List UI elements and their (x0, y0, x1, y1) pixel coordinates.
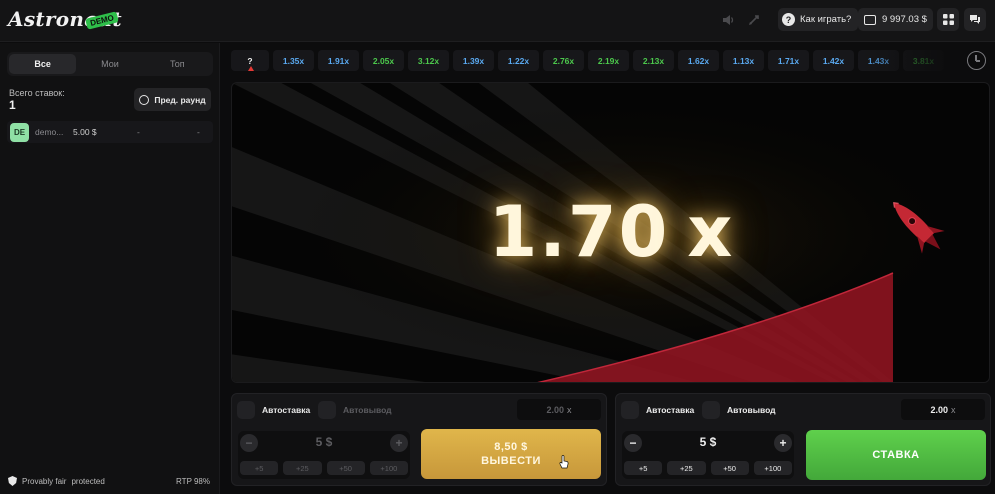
quick-stake-chips: +5 +25 +50 +100 (240, 461, 408, 475)
rtp-label: RTP 98% (176, 477, 210, 486)
animation-icon[interactable] (743, 9, 765, 31)
place-bet-button[interactable]: СТАВКА (806, 430, 986, 480)
history-item[interactable]: 2.13x (633, 50, 674, 71)
balance-value: 9 997.03 $ (882, 14, 927, 25)
autobet-label: Автоставка (262, 405, 311, 415)
history-item[interactable]: 3.81x (903, 50, 944, 71)
quick-stake-25[interactable]: +25 (667, 461, 706, 475)
history-item[interactable]: 1.39x (453, 50, 494, 71)
provably-fair-status: protected (71, 476, 105, 486)
decrease-stake-button[interactable]: − (624, 434, 642, 452)
stake-amount[interactable]: 5 $ (268, 435, 380, 449)
auto-coef-value: 2.00 (546, 404, 565, 415)
wallet-icon (864, 14, 876, 25)
history-item[interactable]: 1.42x (813, 50, 854, 71)
history-item[interactable]: 2.19x (588, 50, 629, 71)
decrease-stake-button[interactable]: − (240, 434, 258, 452)
balance-display[interactable]: 9 997.03 $ (858, 8, 933, 31)
menu-grid-icon (942, 14, 954, 25)
current-multiplier: 1.70 x (232, 191, 989, 273)
quick-stake-100[interactable]: +100 (369, 461, 408, 475)
total-bets-count: 1 (9, 98, 16, 112)
quick-stake-5[interactable]: +5 (240, 461, 279, 475)
bet-username: demo... (35, 127, 64, 137)
history-clock-icon[interactable] (967, 51, 986, 70)
provably-fair-button[interactable]: Provably fair protected (8, 476, 105, 486)
quick-stake-50[interactable]: +50 (326, 461, 365, 475)
bets-sidebar: Все Мои Топ Всего ставок: 1 Пред. раунд … (0, 43, 220, 494)
app-root: Astronaut DEMO ? Как играть? 9 997.03 $ … (0, 0, 995, 494)
auto-coef-value: 2.00 (930, 404, 949, 415)
clock-icon (139, 94, 150, 105)
history-item[interactable]: 1.35x (273, 50, 314, 71)
bet-panel-2: Автоставка Автовывод 2.00 x − 5 $ + +5 +… (615, 393, 991, 486)
auto-coef-unit: x (567, 404, 572, 415)
bet-amount: 5.00 $ (73, 127, 97, 137)
history-item[interactable]: 1.22x (498, 50, 539, 71)
stake-amount[interactable]: 5 $ (652, 435, 764, 449)
menu-grid-button[interactable] (937, 8, 959, 31)
bet-coefficient: - (137, 127, 140, 137)
avatar: DE (10, 123, 29, 142)
autobet-label: Автоставка (646, 405, 695, 415)
how-to-play-button[interactable]: ? Как играть? (778, 8, 859, 31)
shield-icon (8, 476, 17, 486)
autocashout-checkbox[interactable] (702, 401, 720, 419)
cashout-label: ВЫВЕСТИ (481, 455, 541, 467)
quick-stake-100[interactable]: +100 (753, 461, 792, 475)
quick-stake-25[interactable]: +25 (283, 461, 322, 475)
bets-tabs: Все Мои Топ (7, 52, 213, 76)
top-bar: Astronaut DEMO ? Как играть? 9 997.03 $ (0, 0, 995, 42)
tab-top[interactable]: Топ (144, 54, 211, 74)
history-item[interactable]: 1.13x (723, 50, 764, 71)
autocashout-coef-input[interactable]: 2.00 x (901, 399, 985, 420)
multiplier-value: 1.70 (488, 191, 670, 273)
game-canvas: 1.70 x (231, 82, 990, 383)
how-to-play-label: Как играть? (800, 14, 852, 25)
history-item[interactable]: 1.91x (318, 50, 359, 71)
history-item[interactable]: 1.62x (678, 50, 719, 71)
history-current-round[interactable]: ? (231, 50, 269, 71)
tab-all[interactable]: Все (9, 54, 77, 74)
quick-stake-5[interactable]: +5 (624, 461, 663, 475)
history-item[interactable]: 2.05x (363, 50, 404, 71)
previous-round-button[interactable]: Пред. раунд (134, 88, 211, 111)
autocashout-label: Автовывод (343, 405, 392, 415)
multiplier-unit: x (687, 191, 735, 273)
chat-icon (970, 15, 980, 24)
question-icon: ? (782, 13, 795, 26)
auto-coef-unit: x (951, 404, 956, 415)
quick-stake-50[interactable]: +50 (710, 461, 749, 475)
bet-list-row: DE demo... 5.00 $ - - (7, 121, 213, 143)
previous-round-label: Пред. раунд (154, 94, 206, 105)
chat-button[interactable] (964, 8, 986, 31)
increase-stake-button[interactable]: + (390, 434, 408, 452)
history-item[interactable]: 1.43x (858, 50, 899, 71)
history-item[interactable]: 3.12x (408, 50, 449, 71)
quick-stake-chips: +5 +25 +50 +100 (624, 461, 792, 475)
sound-icon[interactable] (717, 9, 739, 31)
provably-fair-label: Provably fair (22, 476, 67, 486)
bet-panel-1: Автоставка Автовывод 2.00 x − 5 $ + +5 +… (231, 393, 607, 486)
autocashout-checkbox[interactable] (318, 401, 336, 419)
stake-input-group: − 5 $ + +5 +25 +50 +100 (238, 431, 410, 479)
history-item[interactable]: 2.76x (543, 50, 584, 71)
hand-cursor-icon (559, 455, 569, 469)
cashout-button[interactable]: 8,50 $ ВЫВЕСТИ (421, 429, 601, 479)
autobet-checkbox[interactable] (237, 401, 255, 419)
history-item[interactable]: 1.71x (768, 50, 809, 71)
stake-input-group: − 5 $ + +5 +25 +50 +100 (622, 431, 794, 479)
tab-my[interactable]: Мои (76, 54, 143, 74)
increase-stake-button[interactable]: + (774, 434, 792, 452)
round-history: ? 1.35x 1.91x 2.05x 3.12x 1.39x 1.22x 2.76x 2.19… (231, 50, 966, 71)
total-bets-label: Всего ставок: (9, 88, 65, 98)
autocashout-coef-input[interactable]: 2.00 x (517, 399, 601, 420)
autobet-checkbox[interactable] (621, 401, 639, 419)
autocashout-label: Автовывод (727, 405, 776, 415)
cashout-amount: 8,50 $ (494, 441, 528, 453)
bet-win: - (197, 127, 200, 137)
